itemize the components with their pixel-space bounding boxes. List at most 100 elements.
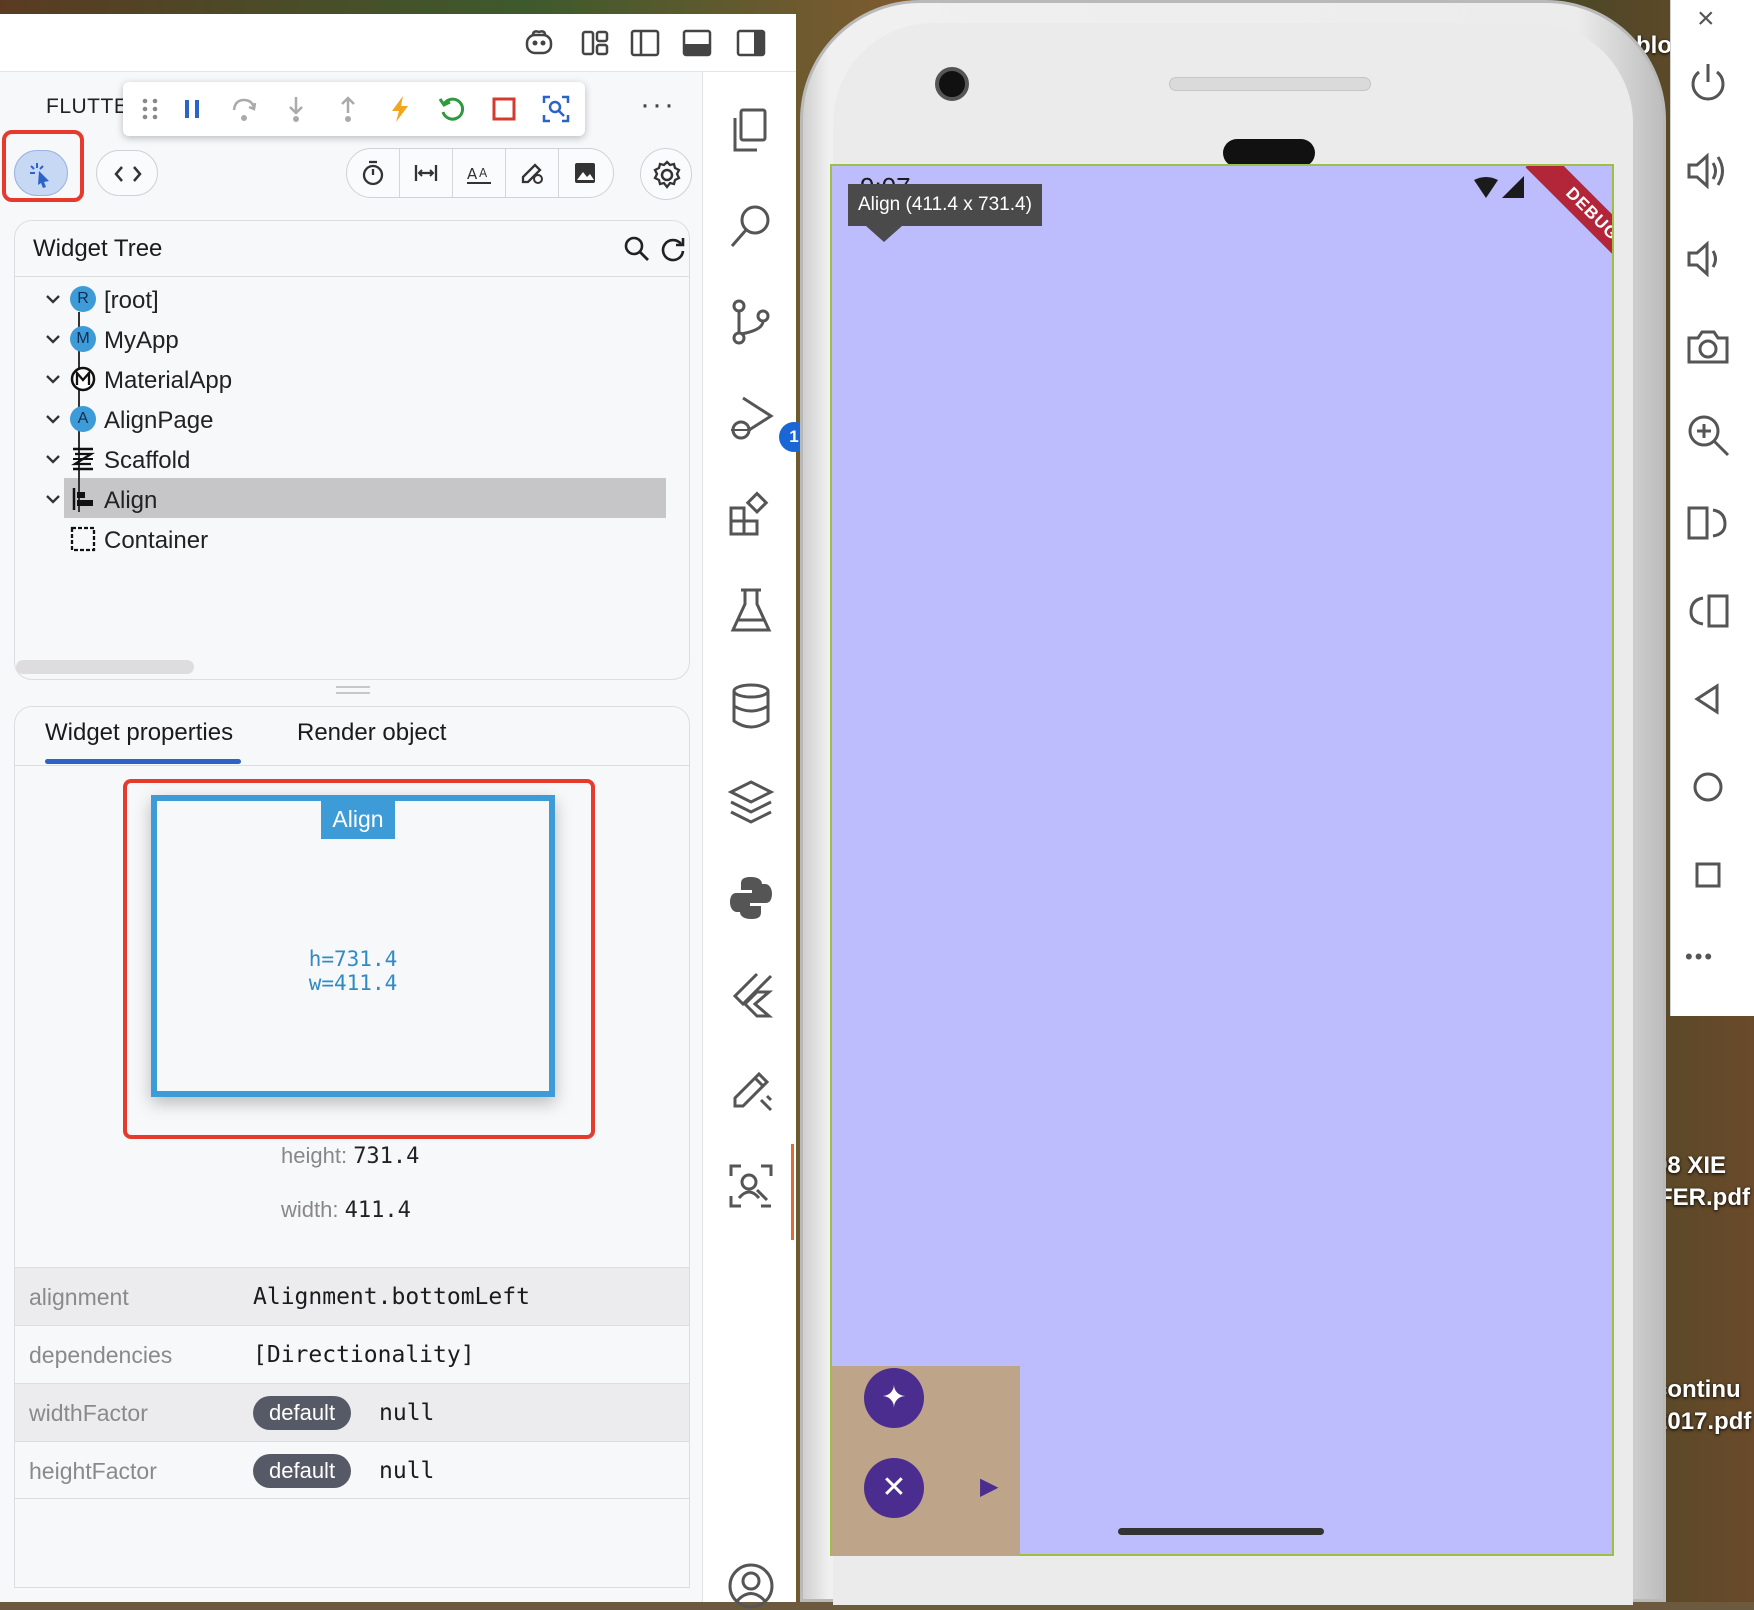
inspector-select-fab[interactable]: ✦ (864, 1368, 924, 1428)
volume-down-icon[interactable] (1685, 236, 1731, 282)
layout-explorer-box: Align h=731.4 w=411.4 (151, 795, 555, 1097)
svg-text:A: A (479, 166, 488, 180)
account-icon[interactable] (727, 1562, 775, 1610)
show-baselines-button[interactable]: AA (453, 149, 506, 197)
stop-icon[interactable] (489, 94, 519, 124)
desktop-file-label[interactable]: FER.pdf (1658, 1184, 1750, 1212)
chevron-down-icon[interactable] (42, 448, 64, 470)
copilot-icon[interactable] (524, 28, 554, 58)
width-label: width: (281, 1197, 339, 1222)
toggle-secondary-sidebar-icon[interactable] (736, 28, 766, 58)
chevron-down-icon[interactable] (42, 408, 64, 430)
close-inspector-fab[interactable]: ✕ (864, 1458, 924, 1518)
material-app-icon (70, 366, 96, 392)
property-row-widthfactor[interactable]: widthFactor default null (15, 1383, 689, 1441)
highlight-oversized-images-button[interactable] (559, 149, 612, 197)
toggle-code-view-button[interactable] (96, 150, 158, 196)
horizontal-scrollbar[interactable] (16, 660, 194, 674)
tooltip-arrow (866, 226, 902, 242)
step-into-icon[interactable] (281, 94, 311, 124)
height-measurement: height: 731.4 (281, 1143, 419, 1169)
chevron-down-icon[interactable] (42, 328, 64, 350)
rotate-right-icon[interactable] (1685, 588, 1731, 634)
flutter-inspector-icon[interactable] (727, 1162, 775, 1210)
property-row-dependencies[interactable]: dependencies [Directionality] (15, 1325, 689, 1383)
zoom-in-icon[interactable] (1685, 412, 1731, 458)
customize-layout-icon[interactable] (580, 28, 610, 58)
proximity-sensor (1223, 139, 1315, 167)
property-name: heightFactor (29, 1458, 157, 1484)
property-value: Alignment.bottomLeft (253, 1284, 530, 1310)
extensions-icon[interactable] (727, 490, 775, 538)
back-icon[interactable] (1685, 676, 1731, 722)
database-icon[interactable] (727, 682, 775, 730)
property-value: [Directionality] (253, 1342, 475, 1368)
layers-icon[interactable] (727, 778, 775, 826)
close-icon[interactable]: × (1697, 2, 1715, 36)
layout-height-text: h=731.4 (308, 947, 398, 971)
hot-restart-icon[interactable] (437, 94, 467, 124)
source-control-icon[interactable] (727, 298, 775, 346)
gesture-home-bar[interactable] (1118, 1528, 1324, 1535)
inspector-settings-button[interactable] (640, 148, 692, 200)
home-icon[interactable] (1685, 764, 1731, 810)
width-value: 411.4 (344, 1198, 411, 1223)
toggle-panel-icon[interactable] (682, 28, 712, 58)
power-icon[interactable] (1685, 60, 1731, 106)
container-widget[interactable]: ✦ ✕ ▶ (832, 1366, 1020, 1556)
expand-arrow-icon[interactable]: ▶ (980, 1472, 998, 1501)
tab-widget-properties[interactable]: Widget properties (45, 719, 233, 747)
chevron-down-icon[interactable] (42, 368, 64, 390)
drag-handle-icon[interactable] (135, 94, 165, 124)
volume-up-icon[interactable] (1685, 148, 1731, 194)
hot-reload-icon[interactable] (385, 94, 415, 124)
container-icon (70, 526, 96, 552)
circle-m-icon: M (70, 326, 96, 352)
slow-animations-button[interactable] (347, 149, 400, 197)
property-name: widthFactor (29, 1400, 148, 1426)
flutter-icon[interactable] (727, 970, 775, 1018)
more-options-icon[interactable]: ••• (1685, 944, 1714, 970)
desktop-file-label[interactable]: 2017.pdf (1654, 1408, 1751, 1436)
pause-icon[interactable] (177, 94, 207, 124)
refresh-icon[interactable] (659, 235, 687, 263)
show-guidelines-button[interactable] (400, 149, 453, 197)
desktop-file-label[interactable]: continu (1654, 1376, 1741, 1404)
property-row-alignment[interactable]: alignment Alignment.bottomLeft (15, 1267, 689, 1325)
debug-banner: DEBUG (1502, 166, 1612, 276)
chevron-down-icon[interactable] (42, 288, 64, 310)
flutter-panel-title: FLUTTE (46, 95, 129, 118)
tree-node-label: [root] (104, 287, 159, 314)
toggle-primary-sidebar-icon[interactable] (630, 28, 660, 58)
panel-resize-handle[interactable] (336, 686, 370, 694)
rotate-left-icon[interactable] (1685, 500, 1731, 546)
python-icon[interactable] (727, 874, 775, 922)
speaker-grille (1169, 77, 1371, 91)
more-actions-button[interactable]: ··· (640, 88, 676, 122)
tree-node-label: Scaffold (104, 447, 191, 474)
step-out-icon[interactable] (333, 94, 363, 124)
device-screen[interactable]: 9:07 Align (411.4 x 731.4) DEBUG ✦ ✕ ▶ (830, 164, 1614, 1556)
active-tab-indicator (45, 759, 241, 764)
property-name: dependencies (29, 1342, 173, 1368)
edit-magic-icon[interactable] (727, 1066, 775, 1114)
explorer-icon[interactable] (727, 106, 775, 154)
search-icon[interactable] (727, 202, 775, 250)
run-debug-icon[interactable]: 1 (727, 394, 809, 452)
step-over-icon[interactable] (229, 94, 259, 124)
chevron-down-icon[interactable] (42, 488, 64, 510)
open-devtools-icon[interactable] (541, 94, 571, 124)
align-icon (72, 488, 93, 510)
tab-render-object[interactable]: Render object (297, 719, 446, 747)
tree-node-label: AlignPage (104, 407, 214, 434)
highlight-repaints-button[interactable] (506, 149, 559, 197)
ide-title-bar (0, 14, 796, 72)
camera-icon[interactable] (1685, 324, 1731, 370)
search-icon[interactable] (623, 235, 651, 263)
inspector-overlay-toggles: AA (346, 148, 614, 198)
select-mode-annotation (2, 130, 84, 202)
overview-icon[interactable] (1685, 852, 1731, 898)
scaffold-icon (70, 447, 96, 471)
testing-icon[interactable] (727, 586, 775, 634)
property-row-heightfactor[interactable]: heightFactor default null (15, 1441, 689, 1499)
